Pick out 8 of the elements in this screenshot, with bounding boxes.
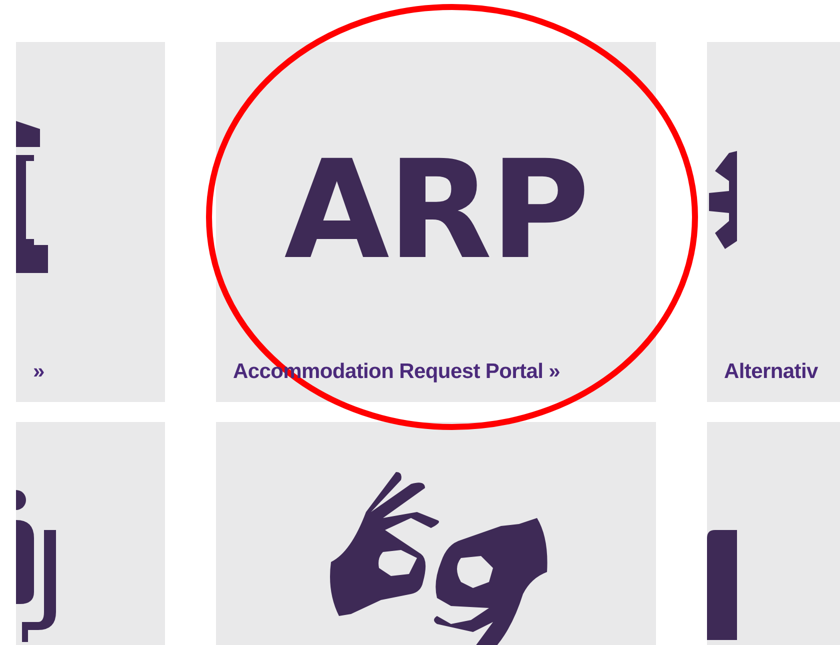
tile-link[interactable]: Alternativ <box>724 360 818 384</box>
tile-card[interactable] <box>16 422 165 645</box>
tile-link[interactable]: » <box>33 360 44 384</box>
tile-card[interactable] <box>216 422 656 645</box>
tile-card[interactable]: » <box>16 42 165 402</box>
tile-card[interactable] <box>707 422 840 645</box>
logo-text: ARP <box>284 143 588 279</box>
tile-card[interactable]: Alternativ <box>707 42 840 402</box>
